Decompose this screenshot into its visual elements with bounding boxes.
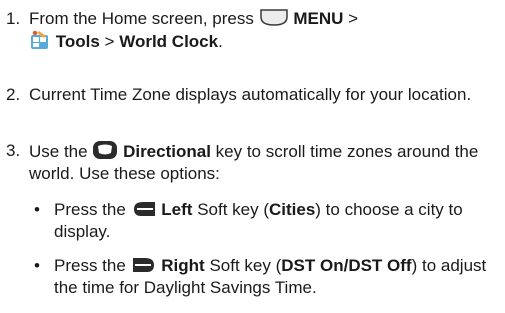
tools-icon (29, 30, 51, 50)
bullet-marker: • (34, 256, 40, 275)
bullet-text: Press the Left Soft key (Cities) to choo… (54, 200, 463, 241)
step-number: 1. (6, 9, 21, 28)
right-key-label: Right (161, 256, 205, 275)
directional-label: Directional (123, 142, 211, 161)
dst-option-label: DST On/DST Off (281, 256, 412, 275)
menu-key-icon (259, 8, 289, 27)
right-soft-key-icon (131, 256, 157, 274)
manual-page: 1. From the Home screen, press MENU > To… (0, 0, 505, 313)
cities-option-label: Cities (269, 200, 316, 219)
bullet-marker: • (34, 200, 40, 219)
step-number: 3. (6, 141, 21, 160)
step-text: From the Home screen, press MENU > Tools (29, 8, 359, 51)
left-key-label: Left (161, 200, 193, 219)
tools-label: Tools (55, 32, 100, 51)
directional-key-icon (92, 140, 118, 160)
menu-label: MENU (293, 9, 344, 28)
left-soft-key-icon (131, 200, 157, 218)
bullet-text: Press the Right Soft key (DST On/DST Off… (54, 256, 487, 297)
step-text: Use the Directional key to scroll time z… (29, 140, 479, 183)
step-number: 2. (6, 85, 21, 104)
world-clock-label: World Clock (119, 32, 219, 51)
step-text: Current Time Zone displays automatically… (29, 85, 472, 104)
